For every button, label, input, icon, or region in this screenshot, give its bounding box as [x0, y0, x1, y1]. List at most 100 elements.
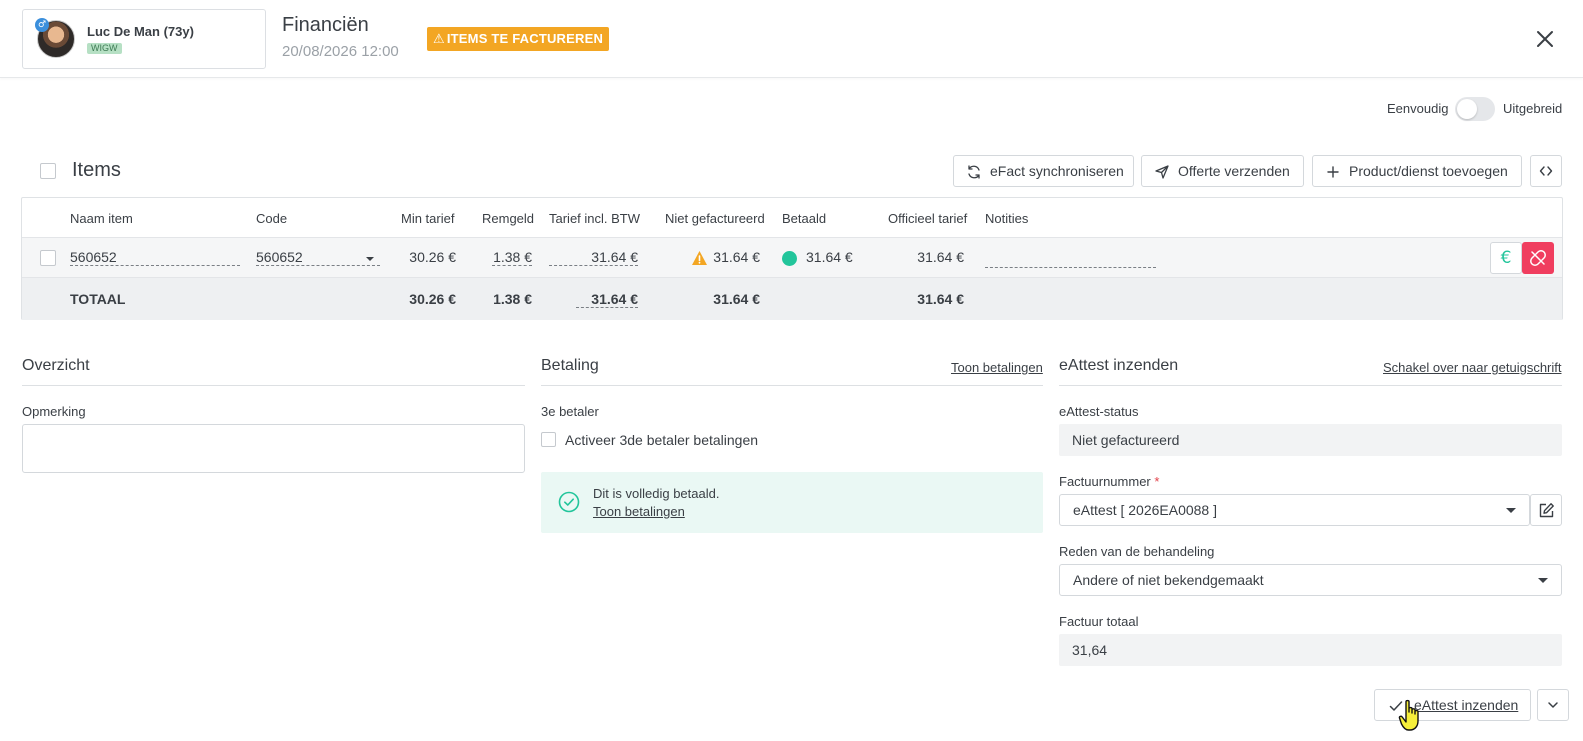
page-title: Financiën	[282, 14, 369, 36]
send-quote-button[interactable]: Offerte verzenden	[1141, 155, 1304, 187]
add-product-button[interactable]: Product/dienst toevoegen	[1312, 155, 1522, 187]
total-label: TOTAAL	[70, 291, 126, 307]
eattest-status-value: Niet gefactureerd	[1059, 424, 1562, 456]
remark-textarea[interactable]	[22, 424, 525, 473]
paid-show-payments-link[interactable]: Toon betalingen	[593, 504, 685, 519]
column-header-niet-gefactureerd[interactable]: Niet gefactureerd	[665, 211, 765, 226]
total-tarief-btw[interactable]: 31.64 €	[576, 291, 638, 308]
total-niet-gefactureerd: 31.64 €	[713, 291, 760, 307]
column-header-betaald[interactable]: Betaald	[782, 211, 826, 226]
patient-name: Luc De Man (73y)	[87, 24, 194, 39]
item-betaald: 31.64 €	[806, 249, 853, 265]
view-mode-toggle[interactable]	[1455, 97, 1495, 121]
item-min-tarief: 30.26 €	[409, 249, 456, 265]
table-total-row: TOTAAL 30.26 € 1.38 € 31.64 € 31.64 € 31…	[22, 278, 1562, 320]
remark-label: Opmerking	[22, 404, 86, 419]
divider	[1059, 385, 1562, 386]
treatment-reason-select[interactable]: Andere of niet bekendgemaakt	[1059, 564, 1562, 596]
item-remgeld-field[interactable]: 1.38 €	[492, 249, 532, 266]
column-header-notities[interactable]: Notities	[985, 211, 1028, 226]
send-icon	[1155, 165, 1169, 179]
table-row: 560652 560652 30.26 € 1.38 € 31.64 € 31.…	[22, 237, 1562, 278]
invoice-number-value: eAttest [ 2026EA0088 ]	[1073, 502, 1217, 518]
efact-sync-label: eFact synchroniseren	[990, 163, 1124, 179]
mode-simple-label: Eenvoudig	[1387, 101, 1449, 116]
third-payer-checkbox[interactable]	[541, 432, 556, 447]
page-datetime: 20/08/2026 12:00	[282, 43, 399, 60]
caret-down-icon	[366, 257, 374, 261]
unlink-icon	[1530, 250, 1546, 266]
switch-to-certificate-link[interactable]: Schakel over naar getuigschrift	[1383, 360, 1561, 375]
hand-cursor-icon	[1398, 699, 1419, 731]
select-all-checkbox[interactable]	[40, 163, 56, 179]
toggle-knob	[1457, 99, 1477, 119]
code-icon	[1539, 166, 1553, 176]
total-officieel: 31.64 €	[917, 291, 964, 307]
plus-icon	[1327, 166, 1339, 178]
euro-icon: €	[1500, 248, 1512, 268]
status-badge: ⚠ ITEMS TE FACTUREREN	[427, 27, 610, 51]
caret-down-icon	[1506, 508, 1516, 513]
treatment-reason-value: Andere of niet bekendgemaakt	[1073, 572, 1264, 588]
third-payer-label: 3e betaler	[541, 404, 599, 419]
status-badge-label: ITEMS TE FACTUREREN	[446, 31, 604, 46]
item-code-select[interactable]: 560652	[256, 249, 380, 266]
efact-sync-button[interactable]: eFact synchroniseren	[953, 155, 1134, 187]
item-name-field[interactable]: 560652	[70, 249, 240, 266]
items-title: Items	[72, 159, 121, 181]
patient-card[interactable]: ♂ Luc De Man (73y) WIGW	[22, 9, 266, 69]
close-icon[interactable]	[1533, 27, 1557, 51]
refresh-icon	[968, 165, 980, 179]
patient-insurance-tag: WIGW	[87, 43, 122, 54]
item-officieel-tarief: 31.64 €	[917, 249, 964, 265]
overview-title: Overzicht	[22, 357, 90, 374]
item-code-value: 560652	[256, 249, 303, 265]
paid-message: Dit is volledig betaald.	[593, 486, 720, 501]
required-marker: *	[1154, 474, 1160, 489]
item-niet-gefactureerd: 31.64 €	[713, 249, 760, 265]
item-tarief-btw-field[interactable]: 31.64 €	[549, 249, 638, 266]
send-quote-label: Offerte verzenden	[1178, 163, 1290, 179]
caret-down-icon	[1538, 578, 1548, 583]
row-checkbox[interactable]	[40, 250, 56, 266]
total-min-tarief: 30.26 €	[409, 291, 456, 307]
invoice-number-label: Factuurnummer *	[1059, 474, 1159, 489]
invoice-total-value: 31,64	[1059, 634, 1562, 666]
column-header-code[interactable]: Code	[256, 211, 287, 226]
edit-icon	[1539, 503, 1554, 518]
divider	[541, 385, 1043, 386]
unlink-button[interactable]	[1522, 242, 1554, 274]
total-remgeld: 1.38 €	[493, 291, 532, 307]
paid-alert: Dit is volledig betaald. Toon betalingen	[541, 472, 1043, 533]
add-product-label: Product/dienst toevoegen	[1349, 163, 1508, 179]
treatment-reason-label: Reden van de behandeling	[1059, 544, 1215, 559]
invoice-number-select[interactable]: eAttest [ 2026EA0088 ]	[1059, 494, 1530, 526]
euro-payment-button[interactable]: €	[1490, 242, 1522, 274]
item-notes-field[interactable]	[985, 249, 1156, 268]
submit-options-dropdown-button[interactable]	[1537, 689, 1569, 721]
column-header-officieel[interactable]: Officieel tarief	[888, 211, 967, 226]
column-header-min-tarief[interactable]: Min tarief	[401, 211, 454, 226]
show-payments-link[interactable]: Toon betalingen	[951, 360, 1043, 375]
check-circle-icon	[558, 491, 580, 513]
mode-extended-label: Uitgebreid	[1503, 101, 1563, 116]
divider	[22, 385, 525, 386]
invoice-total-label: Factuur totaal	[1059, 614, 1139, 629]
column-header-tarief-btw[interactable]: Tarief incl. BTW	[549, 211, 640, 226]
male-gender-icon: ♂	[35, 18, 49, 32]
column-header-name[interactable]: Naam item	[70, 211, 133, 226]
toggle-code-view-button[interactable]	[1530, 155, 1562, 187]
eattest-title: eAttest inzenden	[1059, 357, 1179, 374]
column-header-remgeld[interactable]: Remgeld	[482, 211, 534, 226]
submit-eattest-label: eAttest inzenden	[1414, 697, 1519, 713]
warning-icon: ⚠	[433, 32, 445, 47]
eattest-status-label: eAttest-status	[1059, 404, 1139, 419]
chevron-down-icon	[1548, 702, 1558, 708]
payment-title: Betaling	[541, 357, 599, 374]
paid-status-dot	[782, 251, 797, 266]
invoice-number-label-text: Factuurnummer	[1059, 474, 1151, 489]
header-bar: ♂ Luc De Man (73y) WIGW Financiën 20/08/…	[0, 0, 1583, 78]
items-table: Naam item Code Min tarief Remgeld Tarief…	[21, 197, 1563, 320]
edit-invoice-number-button[interactable]	[1530, 494, 1562, 526]
third-payer-checkbox-label[interactable]: Activeer 3de betaler betalingen	[565, 432, 758, 448]
